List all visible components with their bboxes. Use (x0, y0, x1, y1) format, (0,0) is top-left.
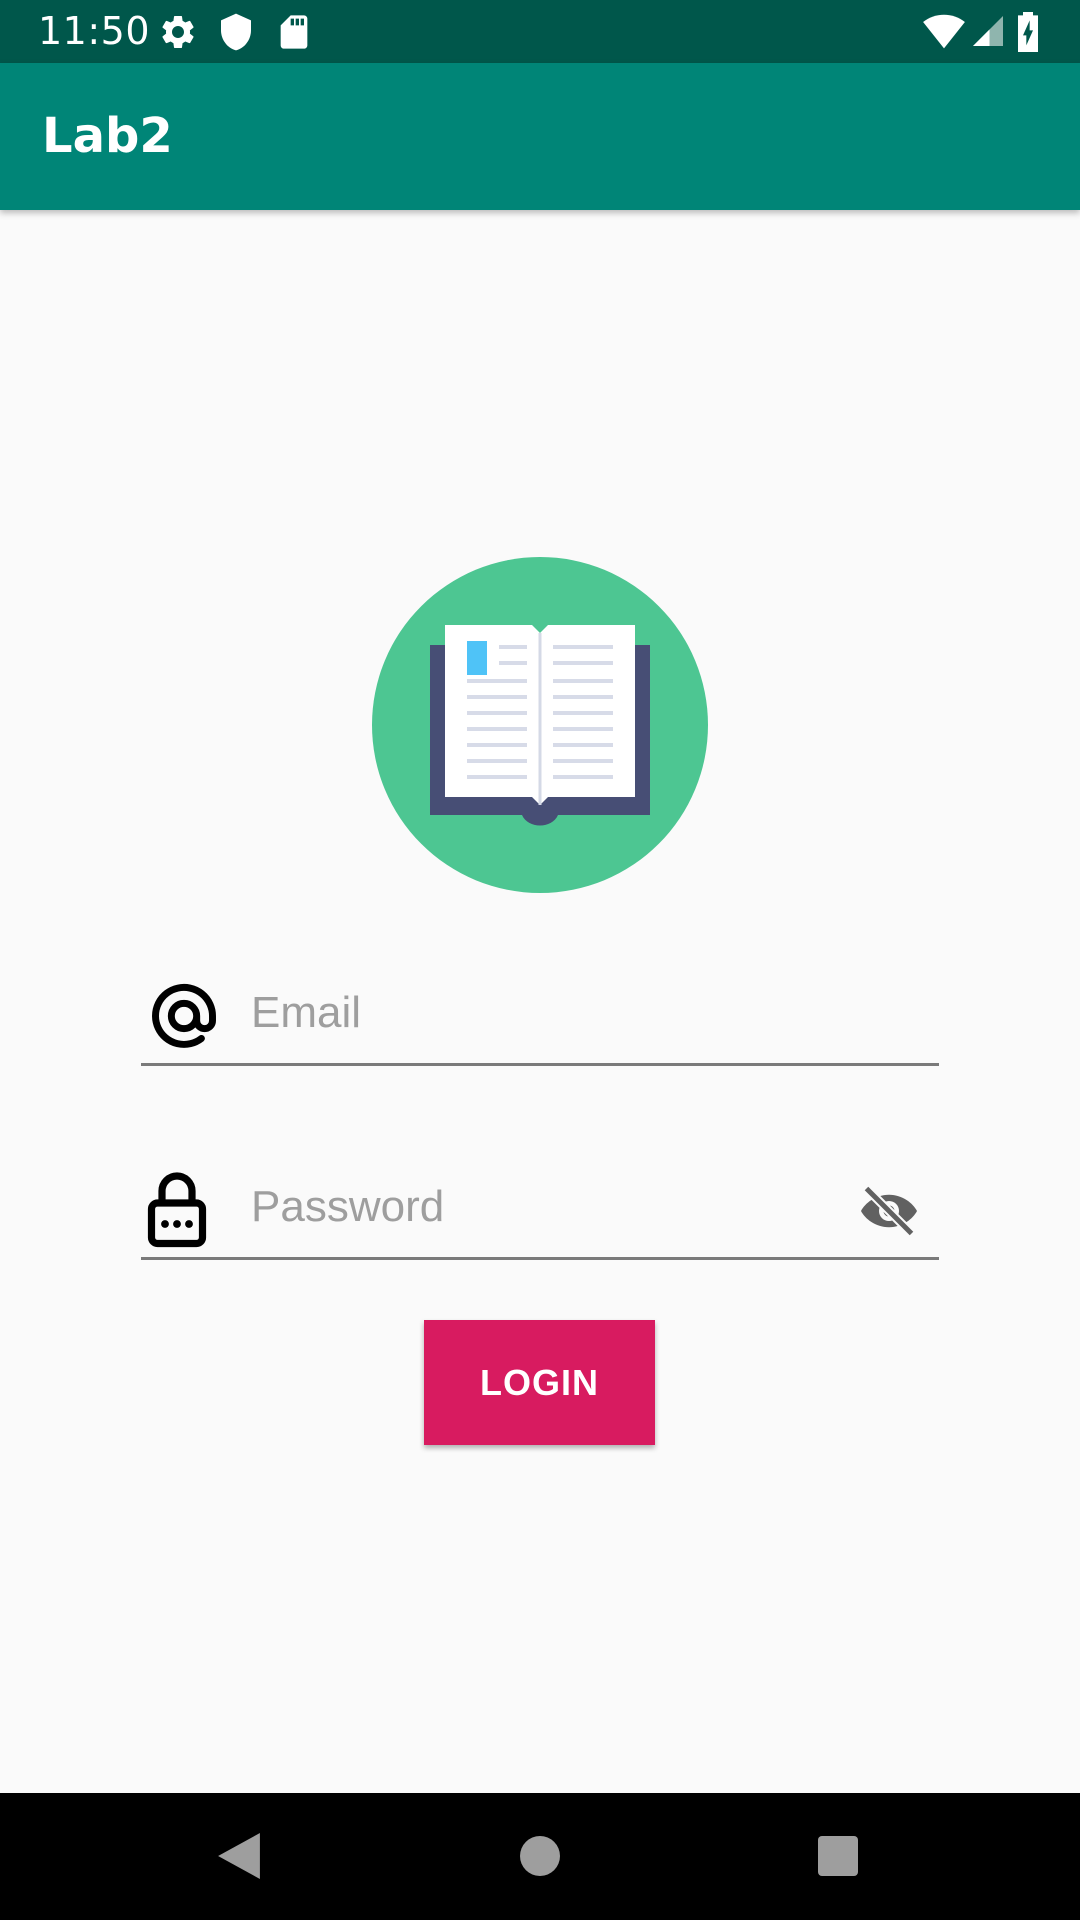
settings-icon (162, 15, 194, 48)
login-button[interactable]: LOGIN (424, 1320, 655, 1445)
visibility-off-icon[interactable] (859, 1186, 919, 1236)
password-underline (141, 1257, 939, 1260)
cell-signal-icon (973, 16, 1003, 46)
password-field[interactable] (141, 1160, 939, 1260)
app-title: Lab2 (42, 108, 173, 164)
back-icon[interactable] (218, 1833, 260, 1879)
password-input[interactable] (251, 1180, 811, 1234)
nav-bar (0, 1793, 1080, 1920)
status-time: 11:50 (38, 9, 151, 53)
email-underline (141, 1063, 939, 1066)
open-book-icon (372, 557, 708, 893)
lock-icon (147, 1172, 207, 1248)
at-sign-icon (152, 983, 216, 1048)
recents-icon[interactable] (818, 1836, 858, 1876)
shield-icon (221, 13, 251, 51)
app-bar: Lab2 (0, 63, 1080, 210)
email-field[interactable] (141, 966, 939, 1066)
email-input[interactable] (251, 986, 811, 1040)
sd-card-icon (280, 15, 308, 49)
wifi-icon (923, 14, 965, 49)
battery-charging-icon (1018, 12, 1038, 52)
home-icon[interactable] (520, 1836, 560, 1876)
status-bar: 11:50 (0, 0, 1080, 63)
